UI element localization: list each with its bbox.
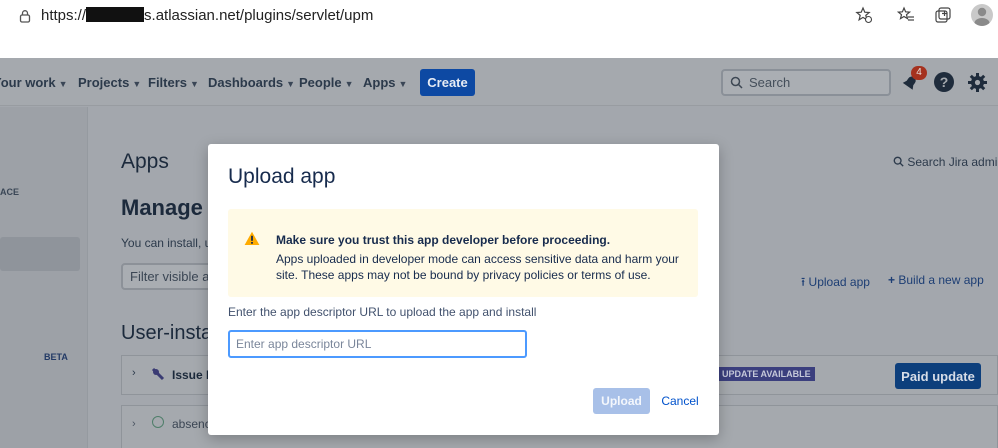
upload-app-link-label: Upload app [808, 275, 870, 289]
user-installed-heading: User-instal [121, 322, 217, 344]
nav-label: People [299, 75, 342, 90]
help-icon[interactable]: ? [934, 72, 954, 92]
page-description: You can install, u [121, 236, 212, 250]
favorites-icon[interactable] [897, 6, 915, 24]
nav-your-work[interactable]: Your work▼ [0, 75, 68, 90]
build-app-link-label: Build a new app [898, 273, 984, 287]
upload-arrow-icon: ⭱ [801, 275, 806, 289]
search-input[interactable]: Search [721, 69, 891, 96]
search-icon [730, 76, 743, 89]
search-jira-admin-link[interactable]: Search Jira admin [893, 155, 998, 169]
app-name: absenc [172, 417, 211, 431]
chevron-down-icon: ▼ [190, 79, 199, 89]
plus-icon: + [888, 273, 896, 287]
warning-icon [244, 231, 260, 245]
nav-label: Projects [78, 75, 130, 90]
dialog-title: Upload app [228, 165, 336, 188]
nav-people[interactable]: People ▼ [299, 75, 354, 90]
browser-gap [0, 32, 998, 58]
collections-icon[interactable] [934, 6, 952, 24]
address-bar[interactable]: https:// s.atlassian.net/plugins/servlet/… [4, 3, 882, 29]
cancel-button[interactable]: Cancel [656, 388, 704, 414]
manage-apps-heading: Manage a [121, 195, 222, 220]
redacted-block [86, 7, 145, 22]
beta-label: BETA [44, 352, 68, 362]
chevron-down-icon: ▼ [286, 79, 296, 89]
create-button[interactable]: Create [420, 69, 475, 96]
warning-message: Make sure you trust this app developer b… [228, 209, 698, 297]
chevron-right-icon[interactable]: › [132, 418, 136, 430]
nav-label: Dashboards [208, 75, 284, 90]
chevron-down-icon: ▼ [344, 79, 354, 89]
browser-toolbar: https:// s.atlassian.net/plugins/servlet/… [0, 0, 998, 32]
add-favorite-icon[interactable] [855, 6, 873, 24]
url-text[interactable]: https:// s.atlassian.net/plugins/servlet/… [41, 7, 373, 24]
app-logo-icon [152, 416, 164, 428]
chevron-down-icon: ▼ [58, 79, 68, 89]
upload-button[interactable]: Upload [593, 388, 650, 414]
search-icon [893, 156, 904, 167]
notification-count-badge: 4 [911, 66, 927, 80]
nav-label: Apps [363, 75, 396, 90]
settings-gear-icon[interactable] [967, 72, 988, 93]
build-new-app-link[interactable]: + Build a new app [888, 273, 984, 287]
descriptor-url-label: Enter the app descriptor URL to upload t… [228, 305, 537, 319]
app-logo-icon [151, 367, 165, 381]
paid-update-button[interactable]: Paid update [895, 363, 981, 389]
profile-avatar-icon[interactable] [971, 4, 993, 26]
search-jira-admin-label: Search Jira admin [907, 155, 998, 169]
filter-placeholder: Filter visible a [130, 269, 210, 284]
top-navigation: Your work▼ Projects▼ Filters▼ Dashboards… [0, 58, 998, 106]
url-suffix: s.atlassian.net/plugins/servlet/upm [144, 7, 374, 24]
chevron-right-icon[interactable]: › [132, 367, 136, 379]
sidebar-section-label: ACE [0, 187, 20, 197]
lock-icon[interactable] [18, 9, 32, 23]
url-prefix: https:// [41, 7, 87, 24]
chevron-down-icon: ▼ [132, 79, 142, 89]
warning-title: Make sure you trust this app developer b… [276, 233, 611, 247]
sidebar-item-selected[interactable] [0, 237, 80, 271]
warning-body: Apps uploaded in developer mode can acce… [276, 252, 679, 282]
update-available-lozenge: UPDATE AVAILABLE [718, 367, 815, 381]
nav-filters[interactable]: Filters ▼ [148, 75, 199, 90]
nav-dashboards[interactable]: Dashboards ▼ [208, 75, 295, 90]
upload-app-dialog: Upload app Make sure you trust this app … [208, 144, 719, 435]
sidebar: ACE BETA [0, 107, 88, 448]
nav-projects[interactable]: Projects ▼ [78, 75, 141, 90]
search-placeholder: Search [749, 75, 791, 90]
upload-app-link[interactable]: ⭱ Upload app [801, 273, 870, 294]
nav-apps[interactable]: Apps ▼ [363, 75, 407, 90]
nav-label: Filters [148, 75, 188, 90]
page-title: Apps [121, 150, 169, 173]
filter-apps-input[interactable]: Filter visible a [121, 263, 221, 290]
nav-label: Your work [0, 75, 56, 90]
chevron-down-icon: ▼ [398, 79, 408, 89]
app-descriptor-url-input[interactable] [228, 330, 527, 358]
